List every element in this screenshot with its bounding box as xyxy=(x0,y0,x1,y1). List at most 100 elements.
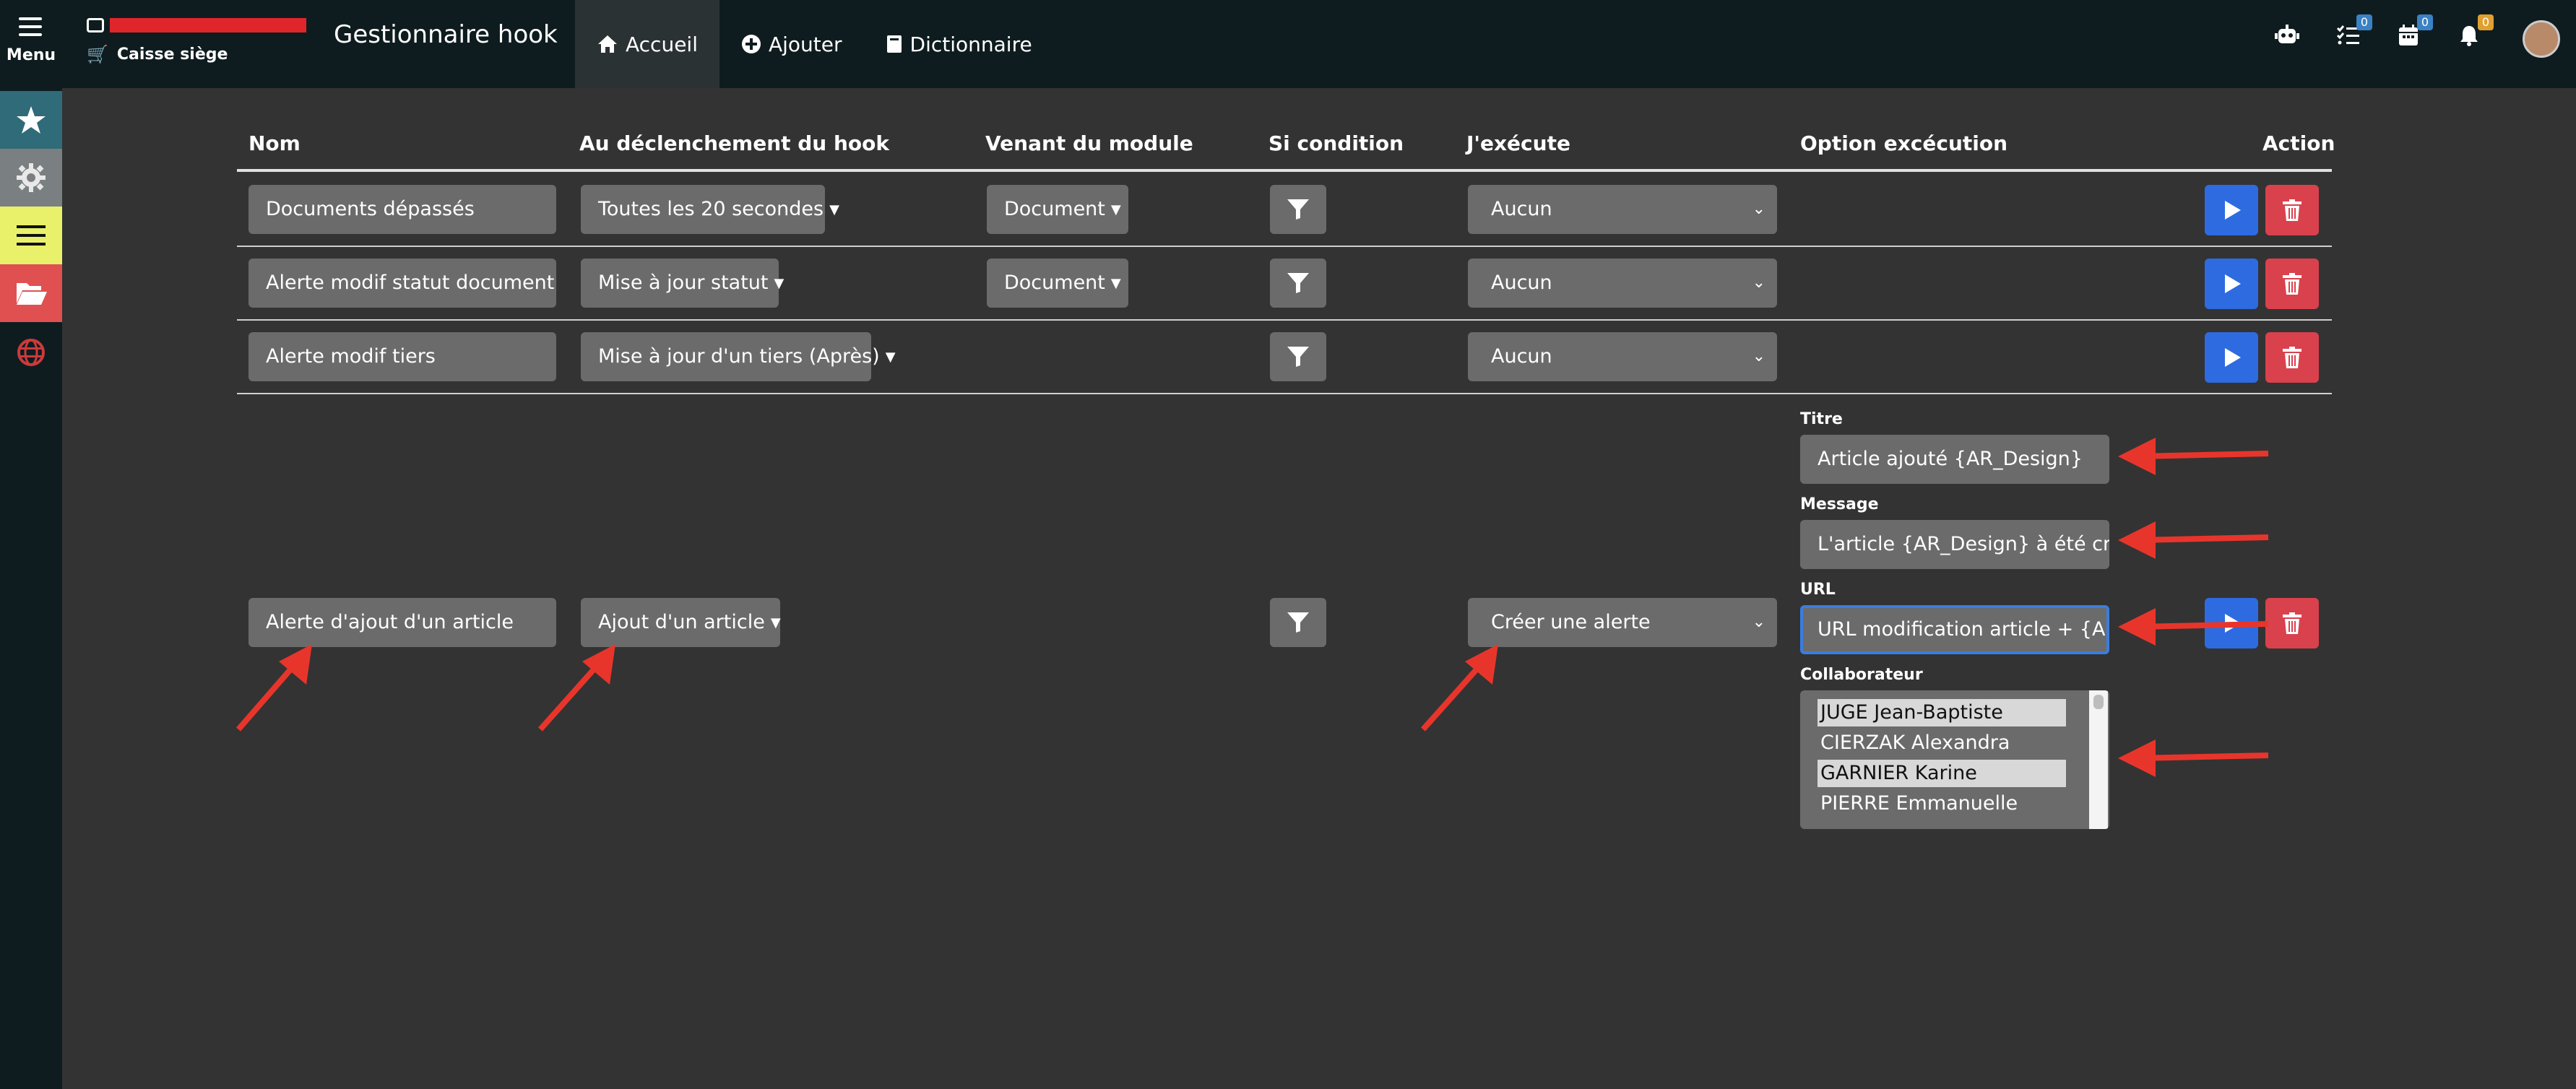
topbar-actions: 0 0 0 xyxy=(2258,0,2576,88)
row2-trigger-dropdown[interactable]: Mise à jour statut ▼ xyxy=(581,259,784,308)
sidebar-item-list[interactable] xyxy=(0,207,62,264)
row1-run-button[interactable] xyxy=(2205,185,2258,235)
row1-condition-button[interactable] xyxy=(1270,185,1326,234)
cart-icon: 🛒 xyxy=(87,44,108,64)
url-label: URL xyxy=(1800,581,1836,599)
play-icon xyxy=(2225,274,2241,293)
bell-icon[interactable]: 0 xyxy=(2455,14,2494,53)
row2-delete-button[interactable] xyxy=(2265,259,2319,309)
row1-execute-label: Aucun xyxy=(1491,198,1552,220)
play-icon xyxy=(2225,348,2241,367)
row3-trigger-dropdown[interactable]: Mise à jour d'un tiers (Après) ▼ xyxy=(581,332,896,381)
sidebar-item-favorites[interactable] xyxy=(0,91,62,149)
nav-ajouter[interactable]: Ajouter xyxy=(719,0,864,88)
header-action: Action xyxy=(2262,131,2335,155)
nav-ajouter-label: Ajouter xyxy=(768,32,842,56)
titre-input[interactable]: Article ajouté {AR_Design} xyxy=(1800,435,2109,484)
row3-execute-select[interactable]: Aucun ⌄ xyxy=(1468,332,1777,381)
collaborateur-scroll-thumb[interactable] xyxy=(2093,695,2104,709)
menu-button[interactable]: Menu xyxy=(0,10,62,75)
caret-down-icon: ▼ xyxy=(829,201,839,217)
row3-nom-input[interactable]: Alerte modif tiers xyxy=(248,332,556,381)
sidebar-item-web[interactable] xyxy=(0,324,62,381)
filter-icon xyxy=(1287,347,1309,367)
row2-run-button[interactable] xyxy=(2205,259,2258,309)
filter-icon xyxy=(1287,273,1309,293)
row1-nom-input[interactable]: Documents dépassés xyxy=(248,185,556,234)
header-nom: Nom xyxy=(248,131,301,155)
row1-trigger-label: Toutes les 20 secondes xyxy=(598,198,824,220)
message-label: Message xyxy=(1800,495,1879,513)
collaborateur-multiselect[interactable]: JUGE Jean-Baptiste CIERZAK Alexandra GAR… xyxy=(1800,690,2109,829)
url-input[interactable]: URL modification article + {AR_R xyxy=(1800,605,2109,654)
message-input[interactable]: L'article {AR_Design} à été créer, xyxy=(1800,520,2109,569)
row4-run-button[interactable] xyxy=(2205,598,2258,648)
row3-delete-button[interactable] xyxy=(2265,332,2319,383)
caret-down-icon: ▼ xyxy=(885,349,896,365)
top-bar: Menu 🛒 Caisse siège Gestionnaire hook Ac… xyxy=(0,0,2576,88)
arrow-trigger xyxy=(538,661,602,732)
trash-icon xyxy=(2283,612,2301,634)
chevron-down-icon: ⌄ xyxy=(1752,347,1765,365)
user-avatar[interactable] xyxy=(2523,20,2560,58)
arrow-nom xyxy=(235,661,299,732)
row1-execute-select[interactable]: Aucun ⌄ xyxy=(1468,185,1777,234)
row2-nom-input[interactable]: Alerte modif statut document xyxy=(248,259,556,308)
row1-module-dropdown[interactable]: Document ▼ xyxy=(987,185,1128,234)
robot-icon[interactable] xyxy=(2273,25,2301,53)
row3-trigger-label: Mise à jour d'un tiers (Après) xyxy=(598,345,880,368)
chevron-down-icon: ⌄ xyxy=(1752,200,1765,218)
tasks-badge: 0 xyxy=(2356,14,2372,30)
trash-icon xyxy=(2283,199,2301,221)
titre-label: Titre xyxy=(1800,410,1843,428)
nav-accueil[interactable]: Accueil xyxy=(575,0,719,88)
filter-icon xyxy=(1287,612,1309,633)
row2-execute-select[interactable]: Aucun ⌄ xyxy=(1468,259,1777,308)
notifications-badge: 0 xyxy=(2478,14,2494,30)
nav-dictionnaire[interactable]: Dictionnaire xyxy=(864,0,1054,88)
row4-execute-select[interactable]: Créer une alerte ⌄ xyxy=(1468,598,1777,647)
folder-open-icon xyxy=(17,283,47,305)
row4-trigger-dropdown[interactable]: Ajout d'un article ▼ xyxy=(581,598,781,647)
arrow-execute xyxy=(1421,661,1484,732)
list-icon xyxy=(17,225,46,246)
company-switcher[interactable]: 🛒 Caisse siège xyxy=(87,13,311,71)
calendar-icon[interactable]: 0 xyxy=(2394,14,2433,53)
row1-trigger-dropdown[interactable]: Toutes les 20 secondes ▼ xyxy=(581,185,839,234)
collaborateur-option[interactable]: PIERRE Emmanuelle xyxy=(1818,790,2066,817)
row4-nom-input[interactable]: Alerte d'ajout d'un article xyxy=(248,598,556,647)
collaborateur-scrollbar[interactable] xyxy=(2089,690,2108,829)
trash-icon xyxy=(2283,273,2301,295)
row2-module-label: Document xyxy=(1004,272,1105,294)
table-header: Nom Au déclenchement du hook Venant du m… xyxy=(237,116,2335,172)
collaborateur-option[interactable]: JUGE Jean-Baptiste xyxy=(1818,699,2066,726)
tasks-icon[interactable]: 0 xyxy=(2333,14,2372,53)
header-execute: J'exécute xyxy=(1466,131,1570,155)
app-title: Gestionnaire hook xyxy=(334,20,558,49)
arrow-message xyxy=(2138,534,2269,543)
play-icon xyxy=(2225,614,2241,633)
row4-delete-button[interactable] xyxy=(2265,598,2319,648)
row2-condition-button[interactable] xyxy=(1270,259,1326,308)
arrow-titre xyxy=(2138,451,2269,459)
book-icon xyxy=(886,35,902,53)
row3-condition-button[interactable] xyxy=(1270,332,1326,381)
row-divider xyxy=(237,393,2332,394)
row2-execute-label: Aucun xyxy=(1491,272,1552,294)
company-store-label: Caisse siège xyxy=(116,45,228,64)
hamburger-icon xyxy=(19,17,42,36)
row3-run-button[interactable] xyxy=(2205,332,2258,383)
play-icon xyxy=(2225,201,2241,220)
row2-module-dropdown[interactable]: Document ▼ xyxy=(987,259,1128,308)
row4-condition-button[interactable] xyxy=(1270,598,1326,647)
header-declenchement: Au déclenchement du hook xyxy=(579,131,890,155)
calendar-badge: 0 xyxy=(2417,14,2433,30)
collaborateur-option[interactable]: GARNIER Karine xyxy=(1818,760,2066,787)
header-condition: Si condition xyxy=(1268,131,1404,155)
sidebar-item-folders[interactable] xyxy=(0,264,62,322)
row3-execute-label: Aucun xyxy=(1491,345,1552,368)
row4-trigger-label: Ajout d'un article xyxy=(598,611,765,633)
collaborateur-option[interactable]: CIERZAK Alexandra xyxy=(1818,729,2066,757)
row1-delete-button[interactable] xyxy=(2265,185,2319,235)
sidebar-item-settings[interactable] xyxy=(0,149,62,207)
